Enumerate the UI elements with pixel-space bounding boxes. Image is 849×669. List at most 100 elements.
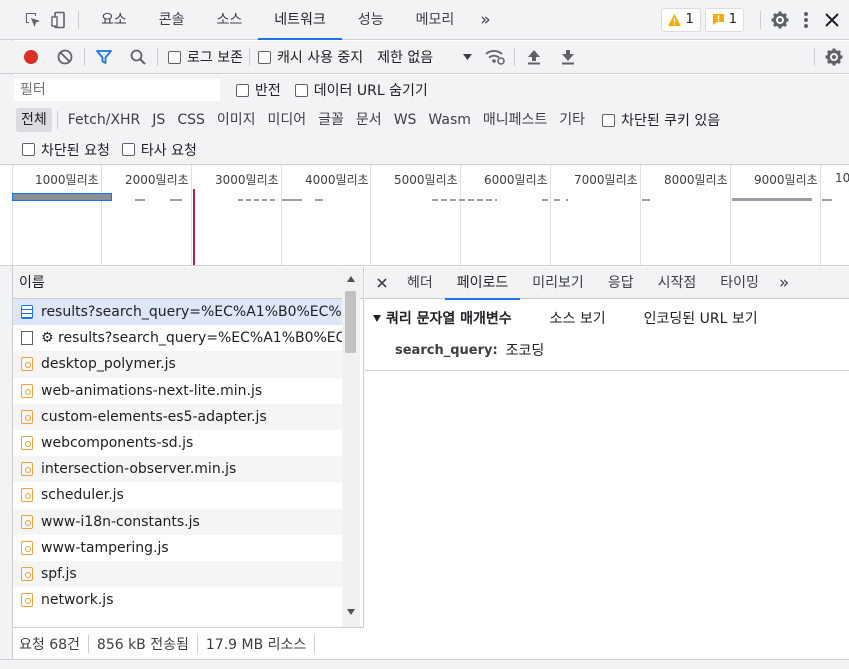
device-toolbar-icon[interactable]: [46, 7, 72, 33]
more-tabs-button[interactable]: »: [470, 0, 500, 40]
type-filter-button[interactable]: Wasm: [423, 108, 475, 132]
filter-input[interactable]: [14, 79, 220, 101]
top-tab[interactable]: 성능: [342, 0, 400, 40]
overview-gridline: [550, 165, 551, 265]
type-filter-button[interactable]: 이미지: [212, 108, 261, 132]
request-row[interactable]: network.js: [13, 587, 342, 613]
chevron-down-icon: [463, 54, 473, 60]
top-tab[interactable]: 요소: [85, 0, 143, 40]
scroll-thumb[interactable]: [345, 291, 356, 353]
top-tab[interactable]: 메모리: [400, 0, 471, 40]
third-party-checkbox[interactable]: 타사 요청: [121, 140, 197, 160]
request-row[interactable]: spf.js: [13, 560, 342, 588]
request-row[interactable]: web-animations-next-lite.min.js: [13, 378, 342, 404]
blocked-cookies-label: 차단된 쿠키 있음: [621, 113, 721, 129]
more-detail-tabs-button[interactable]: »: [771, 267, 797, 299]
import-har-icon[interactable]: [521, 44, 547, 70]
name-column-header[interactable]: 이름: [13, 267, 363, 299]
type-filter-button[interactable]: 문서: [351, 108, 387, 132]
checkbox-box[interactable]: [168, 50, 181, 64]
settings-gear-icon[interactable]: [767, 7, 793, 33]
detail-tab[interactable]: 미리보기: [520, 267, 596, 299]
top-tab[interactable]: 소스: [201, 0, 259, 40]
type-filter-button[interactable]: 매니페스트: [478, 108, 552, 132]
scroll-up-icon[interactable]: [347, 276, 355, 282]
filter-icon[interactable]: [91, 44, 117, 70]
close-detail-icon[interactable]: [369, 270, 395, 296]
request-row[interactable]: scheduler.js: [13, 482, 342, 508]
separator: [78, 10, 79, 29]
detail-tabs: 헤더 페이로드 미리보기 응답 시작점 타이밍 »: [365, 267, 849, 300]
overview-bar: [822, 199, 832, 201]
overview-gridline: [12, 165, 13, 265]
overview-tick-label: 2000밀리초: [125, 173, 189, 187]
type-filter-button[interactable]: Fetch/XHR: [63, 108, 146, 132]
overview-bar: [432, 199, 497, 201]
issues-badge[interactable]: 1: [704, 7, 744, 32]
request-row[interactable]: desktop_polymer.js: [13, 351, 342, 378]
request-row[interactable]: intersection-observer.min.js: [13, 456, 342, 483]
type-filter-button[interactable]: 글꼴: [313, 108, 349, 132]
request-row[interactable]: results?search_query=%EC%A1%B0%EC%BD: [13, 299, 342, 326]
request-count: 요청 68건: [19, 636, 80, 653]
network-settings-gear-icon[interactable]: [821, 44, 847, 70]
view-source-link[interactable]: 소스 보기: [550, 308, 606, 328]
type-filter-button[interactable]: 미디어: [263, 108, 312, 132]
inspect-element-icon[interactable]: [20, 7, 46, 33]
checkbox-box[interactable]: [257, 50, 271, 64]
top-tab[interactable]: 네트워크: [258, 0, 342, 40]
detail-tab[interactable]: 헤더: [395, 267, 445, 299]
checkbox-box[interactable]: [602, 113, 616, 127]
invert-checkbox[interactable]: 반전: [236, 80, 281, 100]
checkbox-box[interactable]: [121, 143, 135, 156]
record-icon[interactable]: [18, 44, 44, 70]
blocked-cookies-checkbox[interactable]: 차단된 쿠키 있음: [602, 110, 720, 130]
detail-tab[interactable]: 응답: [596, 267, 646, 299]
overview-gridline: [460, 165, 461, 265]
throttling-value: 제한 없음: [377, 50, 434, 66]
query-params-header[interactable]: 쿼리 문자열 매개변수 소스 보기 인코딩된 URL 보기: [365, 299, 849, 337]
checkbox-box[interactable]: [294, 83, 308, 97]
request-row[interactable]: www-tampering.js: [13, 535, 342, 561]
type-filter-button[interactable]: CSS: [172, 108, 210, 132]
document-icon: [21, 305, 33, 320]
overview-tick-label: 10: [835, 171, 849, 185]
script-file-icon: [21, 436, 33, 451]
request-list-scrollbar[interactable]: [342, 267, 360, 627]
network-conditions-icon[interactable]: [482, 44, 508, 70]
blocked-requests-checkbox[interactable]: 차단된 요청: [22, 140, 110, 160]
type-filter-button[interactable]: JS: [147, 108, 170, 132]
checkbox-box[interactable]: [22, 143, 35, 156]
network-overview-timeline[interactable]: 1000밀리초 2000밀리초 3000밀리초 4000밀리초 5000밀리초 6000밀…: [0, 165, 849, 266]
checkbox-box[interactable]: [236, 83, 249, 97]
detail-tab[interactable]: 시작점: [646, 267, 709, 299]
separator: [514, 48, 516, 66]
more-options-icon[interactable]: [793, 7, 819, 33]
type-filter-button[interactable]: 전체: [16, 108, 52, 132]
detail-tab[interactable]: 타이밍: [708, 267, 771, 299]
type-filter-button[interactable]: WS: [389, 108, 422, 132]
request-row[interactable]: www-i18n-constants.js: [13, 508, 342, 535]
request-row[interactable]: ⚙ results?search_query=%EC%A1%B0%EC%BD: [13, 325, 342, 351]
type-filter-button[interactable]: 기타: [554, 108, 590, 132]
export-har-icon[interactable]: [555, 44, 581, 70]
invert-label: 반전: [255, 83, 281, 99]
request-row[interactable]: custom-elements-es5-adapter.js: [13, 403, 342, 430]
close-icon[interactable]: [819, 7, 845, 33]
request-name: intersection-observer.min.js: [41, 461, 237, 478]
top-tab[interactable]: 콘솔: [143, 0, 201, 40]
clear-icon[interactable]: [52, 44, 78, 70]
search-icon[interactable]: [125, 44, 151, 70]
warnings-count: 1: [685, 12, 694, 27]
warning-icon: [668, 13, 682, 26]
disable-cache-checkbox[interactable]: 캐시 사용 중지: [257, 47, 363, 67]
overview-bar: [642, 199, 650, 201]
preserve-log-checkbox[interactable]: 로그 보존: [168, 47, 243, 67]
detail-tab[interactable]: 페이로드: [444, 267, 521, 300]
throttling-select[interactable]: 제한 없음: [377, 47, 473, 67]
view-url-encoded-link[interactable]: 인코딩된 URL 보기: [644, 308, 758, 328]
request-row[interactable]: webcomponents-sd.js: [13, 430, 342, 456]
warnings-badge[interactable]: 1: [661, 7, 701, 32]
scroll-down-icon[interactable]: [347, 609, 355, 615]
hide-data-urls-checkbox[interactable]: 데이터 URL 숨기기: [294, 80, 428, 100]
